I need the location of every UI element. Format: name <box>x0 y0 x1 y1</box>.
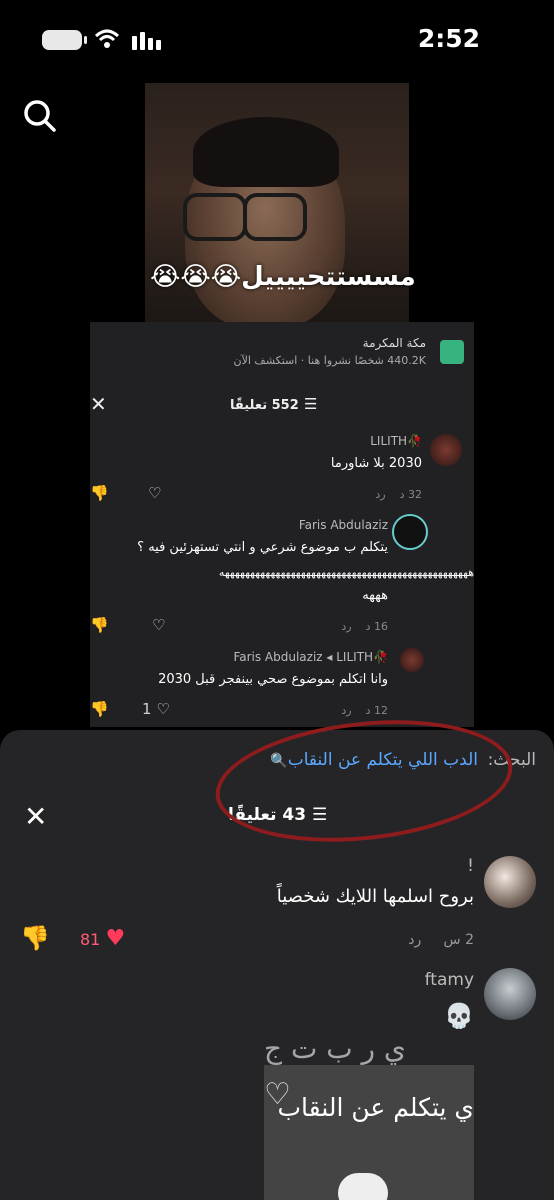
reply-button: رد <box>341 704 352 717</box>
heart-like: 1 ♡ <box>142 700 170 718</box>
avatar <box>392 514 428 550</box>
avatar <box>400 648 424 672</box>
comment-text: يتكلم ب موضوع شرعي و انتي تستهزئين فيه ؟ <box>137 540 388 555</box>
dislike-icon: 👎 <box>90 700 109 718</box>
comment-meta: 12 د رد <box>341 704 388 717</box>
dislike-icon: 👎 <box>90 484 109 502</box>
avatar <box>430 434 462 466</box>
comment-text: بروح اسلمها اللايك شخصياً <box>276 886 474 907</box>
like-count: 1 <box>142 700 152 718</box>
comment-text: 💀 <box>444 1002 474 1030</box>
battery-icon <box>42 30 87 50</box>
signal-icon <box>132 32 161 50</box>
glasses-left <box>183 193 247 241</box>
inner-comments-screenshot: مكة المكرمة 440.2K شخصًا نشروا هنا · است… <box>90 322 474 727</box>
comment-meta: 2 س رد <box>408 932 474 948</box>
comment-author[interactable]: ! <box>467 856 474 876</box>
filter-icon: ☰ <box>298 395 318 413</box>
wifi-icon <box>94 29 120 48</box>
comment-author: LILITH🥀 <box>370 434 422 448</box>
reply-button[interactable]: رد <box>408 932 421 948</box>
comment-author: Faris Abdulaziz ◂ LILITH🥀 <box>233 650 388 664</box>
comment-text: هههه <box>362 588 388 603</box>
comment-author[interactable]: ftamy <box>425 970 474 990</box>
dislike-icon: 👎 <box>90 616 109 634</box>
dislike-icon[interactable]: 👎 <box>20 924 50 952</box>
location-title: مكة المكرمة <box>362 336 426 350</box>
reply-video-preview-text: ي ر ب ت ج <box>264 1032 406 1065</box>
video-caption: مسستتحييييل😭😭😭 <box>150 262 416 292</box>
comment-meta: 16 د رد <box>341 620 388 633</box>
location-icon <box>440 340 464 364</box>
comment-text: 2030 بلا شاورما <box>330 456 422 471</box>
close-button[interactable]: ✕ <box>24 800 47 833</box>
reply-video-shape <box>338 1173 388 1200</box>
comment-author: Faris Abdulaziz <box>298 518 388 532</box>
glasses-right <box>243 193 307 241</box>
comment-time: 2 س <box>443 932 474 948</box>
comment-text: هههههههههههههههههههههههههههههههههههههههه… <box>218 566 474 579</box>
comment-time: 32 د <box>399 488 422 501</box>
like-button[interactable]: 81 ♥ <box>80 926 125 951</box>
reply-button: رد <box>341 620 352 633</box>
heart-icon: ♡ <box>148 484 162 502</box>
person-hair <box>193 117 339 187</box>
comment-text: وانا اتكلم بموضوع صحي بينفجر قبل 2030 <box>158 672 388 687</box>
reply-video-caption: ي يتكلم عن النقاب <box>277 1093 474 1122</box>
status-time: 2:52 <box>417 24 480 53</box>
inner-comment-count: ☰ 552 تعليقًا <box>230 395 317 413</box>
reply-video-thumbnail[interactable]: ♡ ي يتكلم عن النقاب <box>264 1065 474 1200</box>
search-icon[interactable] <box>22 98 58 134</box>
inner-comment-count-text: 552 تعليقًا <box>230 398 299 413</box>
close-icon: ✕ <box>90 392 107 416</box>
avatar[interactable] <box>484 856 536 908</box>
reply-button: رد <box>375 488 386 501</box>
like-count: 81 <box>80 930 101 949</box>
location-subtitle: 440.2K شخصًا نشروا هنا · استكشف الآن <box>233 354 426 367</box>
heart-icon[interactable]: ♥ <box>105 926 125 951</box>
comment-meta: 32 د رد <box>375 488 422 501</box>
comment-time: 16 د <box>365 620 388 633</box>
comment-time: 12 د <box>365 704 388 717</box>
avatar[interactable] <box>484 968 536 1020</box>
heart-icon: ♡ <box>152 616 166 634</box>
